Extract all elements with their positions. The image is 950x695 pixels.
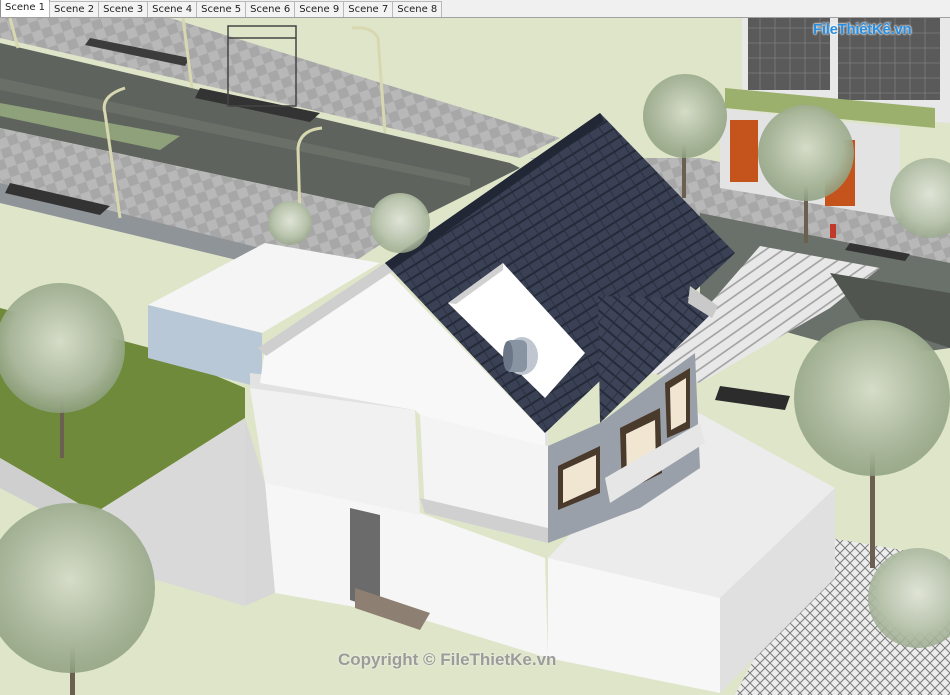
3d-model-viewport[interactable]: [0, 18, 950, 695]
copyright-watermark: Copyright © FileThietKe.vn: [338, 650, 557, 669]
water-tank: [503, 337, 538, 375]
scene-tab[interactable]: Scene 2: [49, 1, 100, 17]
logo-text: FileThiếtKế.vn: [813, 21, 912, 38]
neighbor-door: [730, 120, 758, 182]
site-logo: FileThiếtKế.vn: [813, 18, 921, 42]
scene-tab[interactable]: Scene 4: [147, 1, 198, 17]
scene-tab[interactable]: Scene 9: [294, 1, 345, 17]
scene-tab[interactable]: Scene 7: [343, 1, 394, 17]
sketchup-scene: [0, 18, 950, 695]
scene-tab[interactable]: Scene 5: [196, 1, 247, 17]
scene-tab-bar: Scene 1 Scene 2 Scene 3 Scene 4 Scene 5 Scene…: [0, 0, 950, 18]
scene-tab[interactable]: Scene 6: [245, 1, 296, 17]
scene-tab[interactable]: Scene 8: [392, 1, 443, 17]
fire-hydrant: [830, 224, 836, 238]
scene-tab[interactable]: Scene 1: [0, 0, 51, 17]
scene-tab[interactable]: Scene 3: [98, 1, 149, 17]
